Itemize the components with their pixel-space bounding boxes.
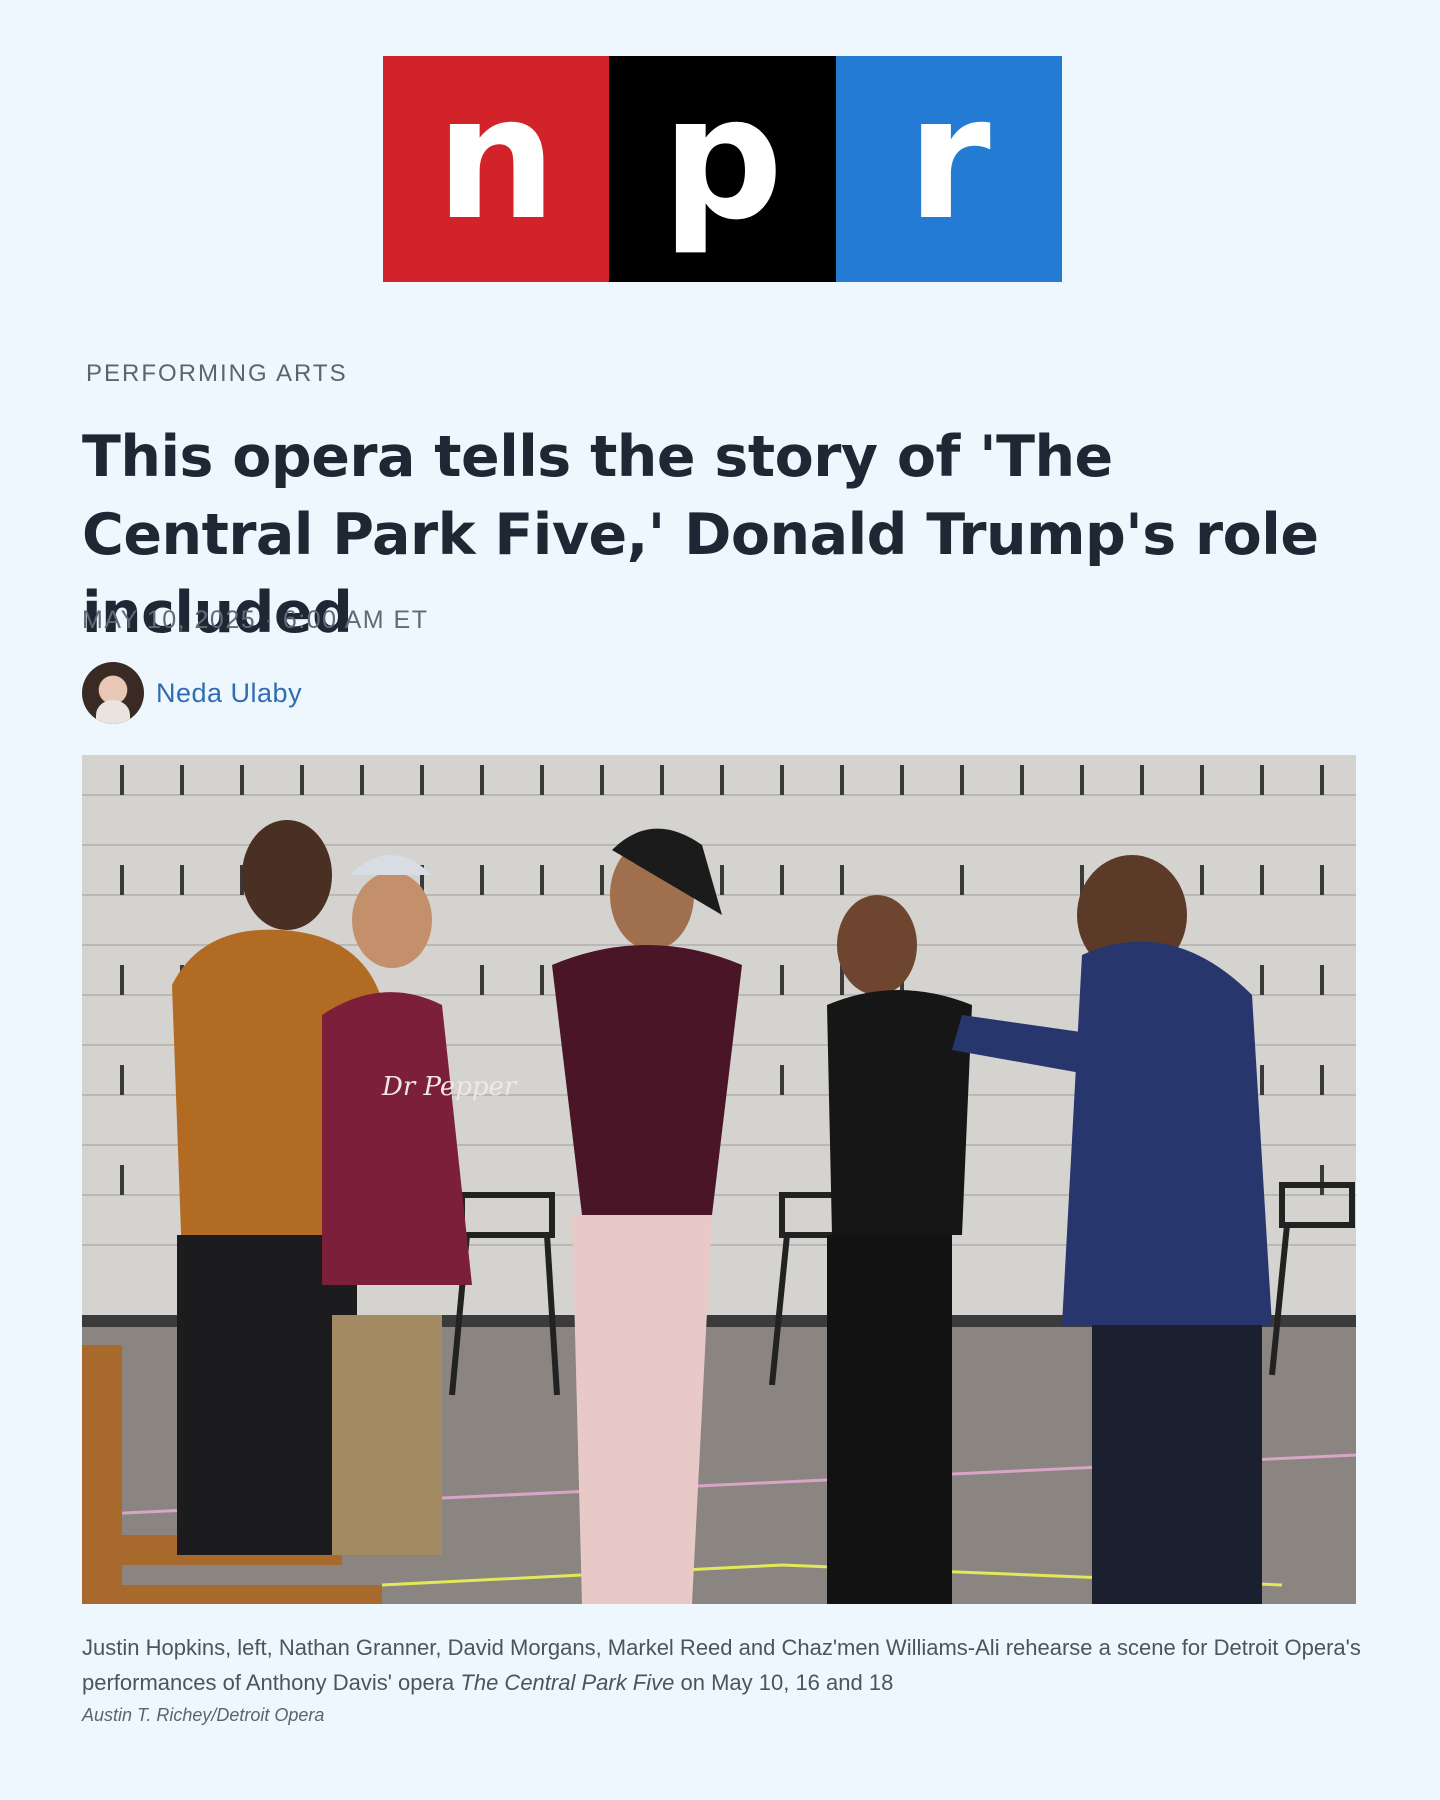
rehearsal-photo-illustration: Dr Pepper	[82, 755, 1356, 1604]
article-dateline: MAY 10, 2025 · 6:00 AM ET	[82, 606, 429, 634]
npr-logo[interactable]: n p r	[383, 56, 1062, 282]
npr-logo-n: n	[383, 56, 610, 282]
author-avatar[interactable]	[82, 662, 144, 724]
npr-logo-p: p	[609, 56, 836, 282]
article-photo: Dr Pepper	[82, 755, 1356, 1604]
shirt-text: Dr Pepper	[381, 1072, 518, 1102]
npr-logo-r: r	[835, 56, 1062, 282]
author-link[interactable]: Neda Ulaby	[156, 678, 302, 709]
caption-text-end: on May 10, 16 and 18	[674, 1670, 894, 1695]
section-label[interactable]: PERFORMING ARTS	[86, 360, 348, 388]
byline: Neda Ulaby	[82, 662, 302, 724]
caption-opera-title: The Central Park Five	[460, 1670, 675, 1695]
photo-credit: Austin T. Richey/Detroit Opera	[82, 1705, 325, 1725]
photo-caption: Justin Hopkins, left, Nathan Granner, Da…	[82, 1630, 1362, 1700]
